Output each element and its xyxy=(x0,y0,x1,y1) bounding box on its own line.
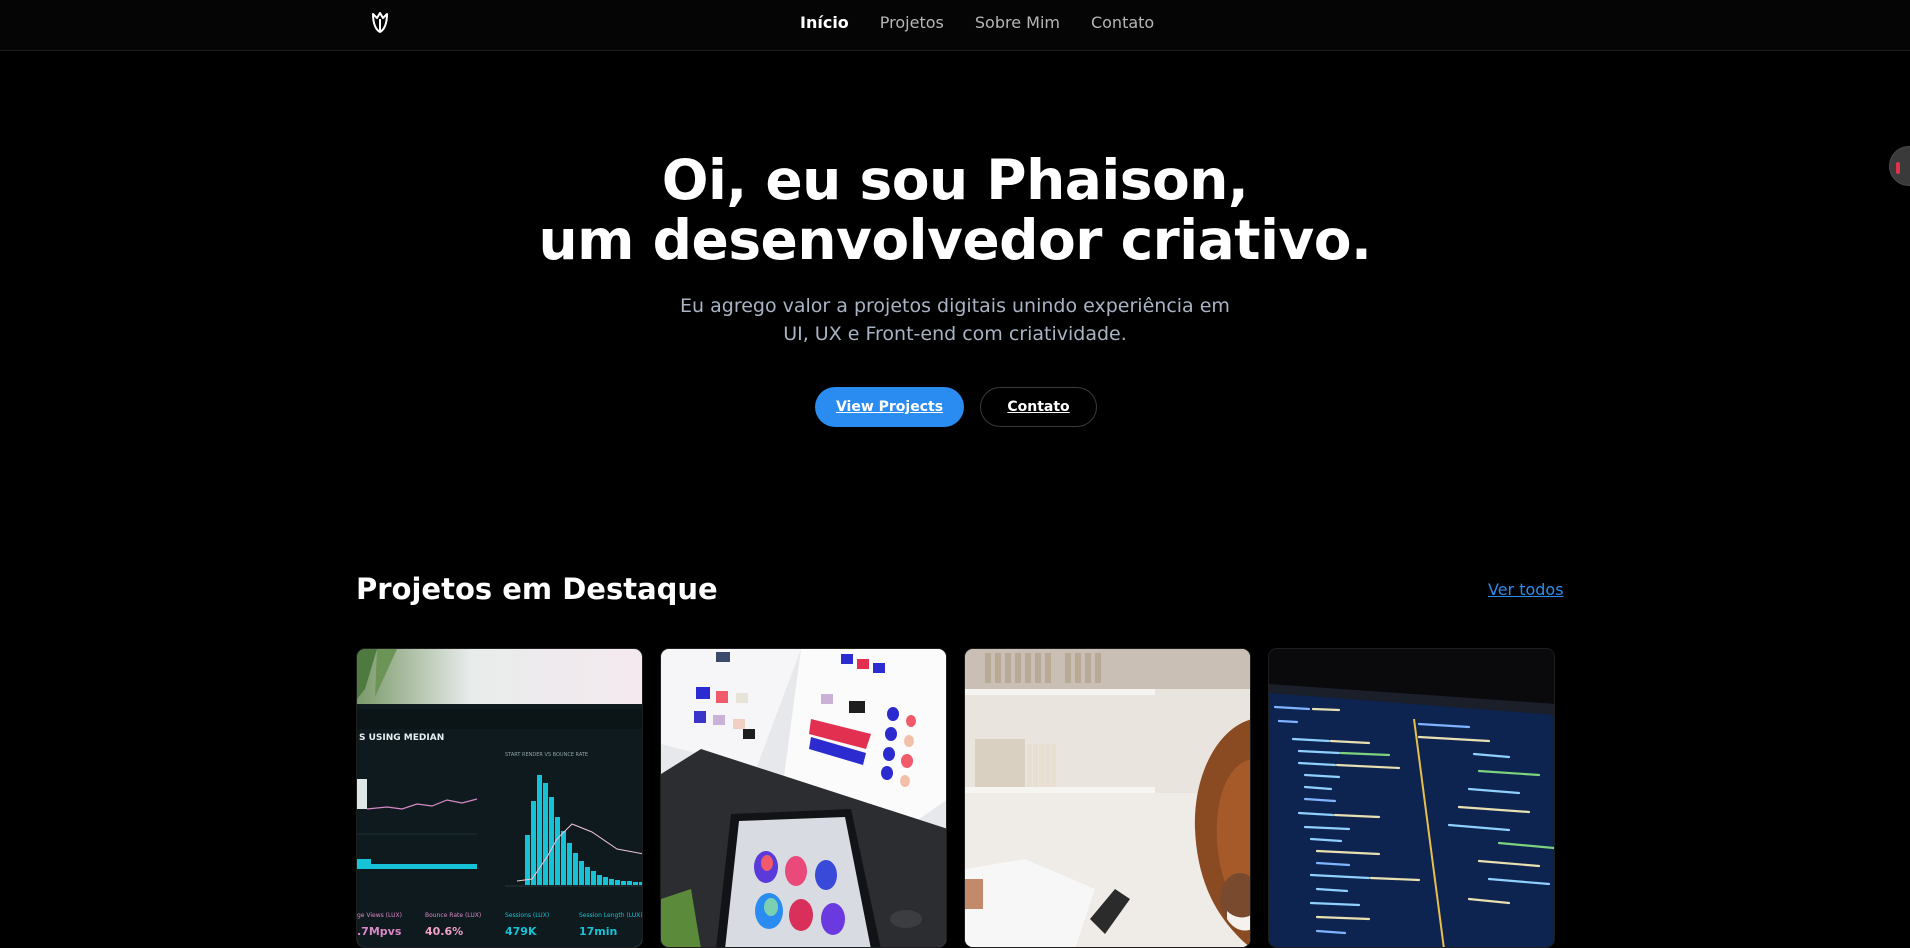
metric-label-2: Bounce Rate (LUX) xyxy=(425,912,481,919)
see-all-link[interactable]: Ver todos xyxy=(1488,580,1564,599)
metric-label-4: Session Length (LUX) xyxy=(579,912,643,919)
color-palette-design-photo xyxy=(661,649,946,947)
metric-label-1: ge Views (LUX) xyxy=(357,912,402,919)
hero-title-line-2: um desenvolvedor criativo. xyxy=(538,208,1372,272)
metric-value-4: 17min xyxy=(579,925,617,938)
metric-value-2: 40.6% xyxy=(425,925,463,938)
hero-title: Oi, eu sou Phaison, um desenvolvedor cri… xyxy=(0,150,1910,270)
project-card-code[interactable] xyxy=(1268,648,1555,948)
project-card-workspace[interactable] xyxy=(964,648,1251,948)
leaf-logo-icon[interactable] xyxy=(370,10,390,34)
nav-link-sobre-mim[interactable]: Sobre Mim xyxy=(975,13,1060,32)
chart-title-text: START RENDER VS BOUNCE RATE xyxy=(505,752,588,758)
view-projects-button[interactable]: View Projects xyxy=(815,387,964,427)
hero-title-line-1: Oi, eu sou Phaison, xyxy=(661,148,1249,212)
hero-subtitle-line-1: Eu agrego valor a projetos digitais unin… xyxy=(680,295,1230,317)
nav-link-inicio[interactable]: Início xyxy=(800,13,849,32)
editor-screen xyxy=(1269,693,1554,947)
nav-link-contato[interactable]: Contato xyxy=(1091,13,1154,32)
site-header: Início Projetos Sobre Mim Contato xyxy=(0,0,1910,51)
person-working-laptop-photo xyxy=(965,649,1250,947)
code-editor-screen-photo xyxy=(1269,649,1554,947)
project-card-analytics[interactable]: S USING MEDIAN START RENDER VS BOUNCE RA… xyxy=(356,648,643,948)
analytics-dashboard-photo: S USING MEDIAN START RENDER VS BOUNCE RA… xyxy=(357,649,643,947)
main-nav: Início Projetos Sobre Mim Contato xyxy=(800,0,1185,44)
metric-label-3: Sessions (LUX) xyxy=(505,912,549,919)
hero-subtitle-line-2: UI, UX e Front-end com criatividade. xyxy=(783,323,1127,345)
metric-value-3: 479K xyxy=(505,925,537,938)
nav-link-projetos[interactable]: Projetos xyxy=(880,13,944,32)
project-card-palette[interactable] xyxy=(660,648,947,948)
contact-button[interactable]: Contato xyxy=(980,387,1097,427)
dashboard-header-text: S USING MEDIAN xyxy=(359,733,444,743)
featured-projects-title: Projetos em Destaque xyxy=(356,572,718,606)
metric-value-1: .7Mpvs xyxy=(357,925,402,938)
hero-subtitle: Eu agrego valor a projetos digitais unin… xyxy=(0,292,1910,348)
